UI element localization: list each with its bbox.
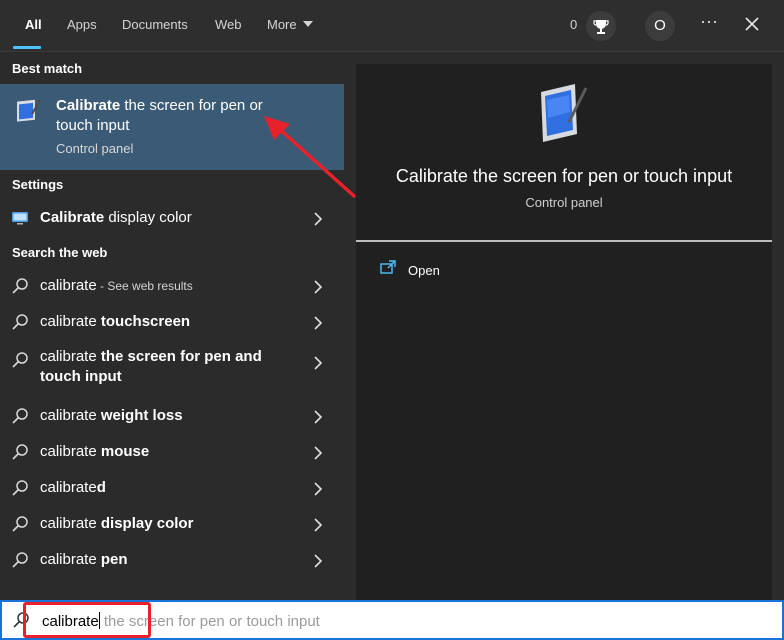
preview-panel: Calibrate the screen for pen or touch in… <box>356 64 772 600</box>
chevron-right-icon <box>313 410 323 424</box>
divider <box>356 240 772 242</box>
search-icon <box>11 351 29 369</box>
settings-item-label-rest: display color <box>104 209 192 226</box>
search-icon <box>11 407 29 425</box>
rewards-points: 0 <box>570 17 578 32</box>
active-tab-indicator <box>13 46 41 49</box>
preview-title: Calibrate the screen for pen or touch in… <box>395 166 733 186</box>
tab-documents[interactable]: Documents <box>122 17 188 32</box>
web-result-item[interactable]: calibrate weight loss <box>0 398 344 434</box>
open-label: Open <box>408 263 440 278</box>
chevron-right-icon <box>313 554 323 568</box>
chevron-right-icon <box>313 212 323 226</box>
best-match-subtitle: Control panel <box>56 141 134 156</box>
tab-apps[interactable]: Apps <box>67 17 97 32</box>
chevron-right-icon <box>313 518 323 532</box>
settings-item-label: Calibrate display color <box>40 209 192 226</box>
web-result-label: calibrated <box>40 479 106 496</box>
search-icon <box>11 551 29 569</box>
web-result-text: calibrate <box>40 479 97 496</box>
web-result-label: calibrate pen <box>40 551 128 568</box>
tablet-pen-icon <box>539 82 589 146</box>
arrow-icon <box>260 110 360 202</box>
tablet-pen-icon <box>13 96 43 126</box>
best-match-title-bold: Calibrate <box>56 97 121 114</box>
chevron-right-icon <box>313 482 323 496</box>
web-result-bold: pen <box>100 551 128 568</box>
open-window-icon <box>380 260 396 276</box>
web-result-text: calibrate <box>40 515 101 532</box>
web-result-item[interactable]: calibrate mouse <box>0 434 344 470</box>
web-result-label: calibrate weight loss <box>40 407 183 424</box>
search-icon <box>11 277 29 295</box>
tab-web[interactable]: Web <box>215 17 242 32</box>
web-result-label: calibrate - See web results <box>40 277 193 294</box>
search-header: All Apps Documents Web More 0 O ⋯ <box>0 0 784 52</box>
web-result-text: calibrate <box>40 348 101 365</box>
close-icon[interactable] <box>742 14 762 34</box>
settings-heading: Settings <box>12 177 64 192</box>
web-result-text: calibrate <box>40 313 101 330</box>
chevron-right-icon <box>313 280 323 294</box>
highlight-box <box>23 602 151 638</box>
trophy-icon[interactable] <box>586 11 616 41</box>
chevron-right-icon <box>313 446 323 460</box>
ellipsis-icon[interactable]: ⋯ <box>700 12 719 33</box>
web-result-label: calibrate touchscreen <box>40 313 190 330</box>
web-result-label: calibrate display color <box>40 515 193 532</box>
web-result-bold: weight loss <box>100 407 183 424</box>
web-result-item[interactable]: calibrate display color <box>0 506 344 542</box>
web-result-text: calibrate <box>40 551 101 568</box>
search-web-heading: Search the web <box>12 245 108 260</box>
web-result-bold: touchscreen <box>100 313 191 330</box>
chevron-right-icon <box>313 356 323 370</box>
settings-item-calibrate-display[interactable]: Calibrate display color <box>0 200 344 236</box>
settings-item-label-bold: Calibrate <box>40 209 105 226</box>
web-result-item[interactable]: calibrate pen <box>0 542 344 578</box>
web-result-label: calibrate mouse <box>40 443 149 460</box>
chevron-right-icon <box>313 316 323 330</box>
tab-more[interactable]: More <box>267 17 313 32</box>
web-result-text: calibrate <box>40 277 97 294</box>
web-result-bold: d <box>96 479 106 496</box>
preview-subtitle: Control panel <box>525 195 603 210</box>
best-match-heading: Best match <box>12 61 83 76</box>
search-icon <box>11 479 29 497</box>
web-result-item[interactable]: calibrate - See web results <box>0 268 344 304</box>
tab-all[interactable]: All <box>25 17 42 32</box>
web-result-item[interactable]: calibrate touchscreen <box>0 304 344 340</box>
profile-avatar[interactable]: O <box>645 11 675 41</box>
web-result-item[interactable]: calibrate the screen for pen and touch i… <box>0 342 344 386</box>
web-result-text: calibrate <box>40 443 101 460</box>
web-result-bold: mouse <box>100 443 150 460</box>
tab-more-label: More <box>267 17 297 32</box>
best-match-title: Calibrate the screen for pen or touch in… <box>56 96 286 136</box>
search-icon <box>11 313 29 331</box>
web-result-text: calibrate <box>40 407 101 424</box>
web-result-bold: display color <box>100 515 194 532</box>
chevron-down-icon <box>302 21 313 27</box>
search-icon <box>11 443 29 461</box>
web-result-suffix: - See web results <box>96 279 193 293</box>
web-result-item[interactable]: calibrated <box>0 470 344 506</box>
web-result-label: calibrate the screen for pen and touch i… <box>40 347 280 387</box>
monitor-icon <box>11 209 29 227</box>
search-icon <box>11 515 29 533</box>
